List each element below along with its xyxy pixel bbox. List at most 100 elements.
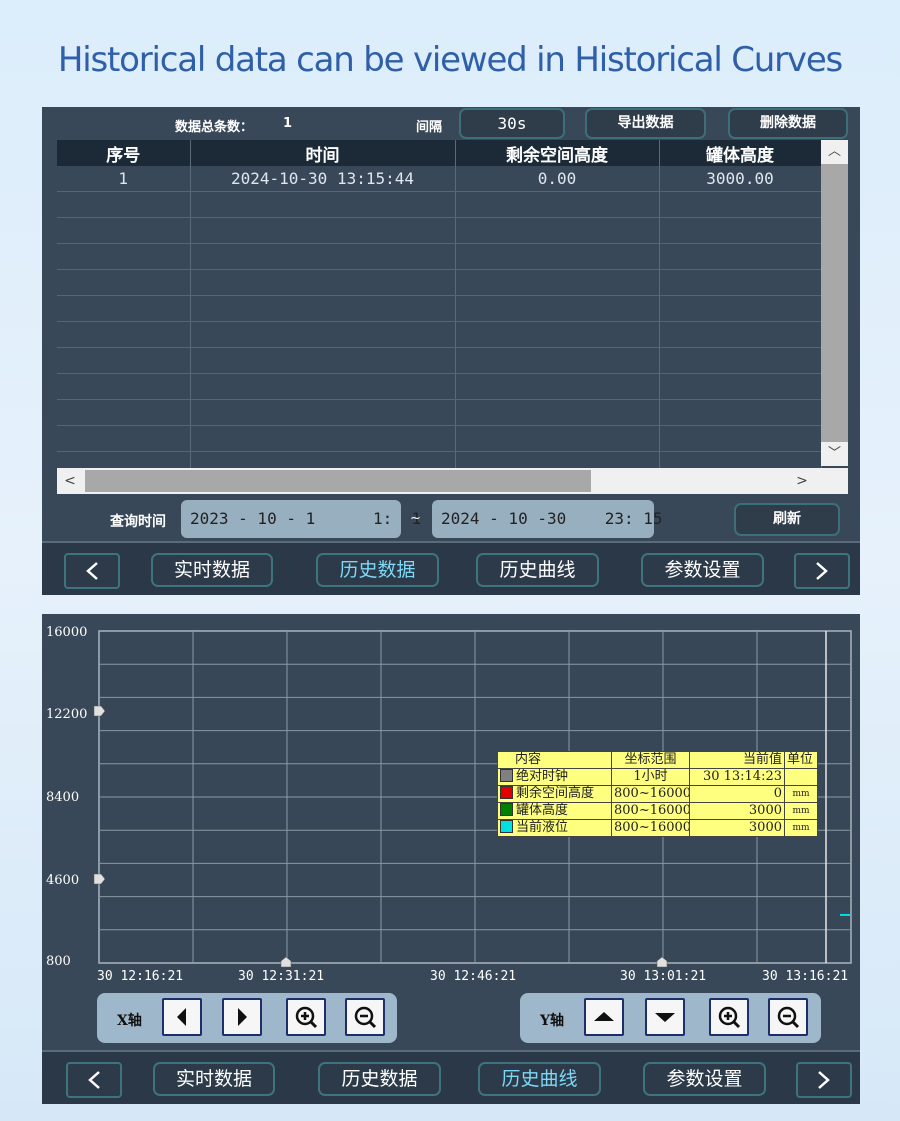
nav-prev-button[interactable] bbox=[64, 553, 120, 589]
bottom-nav: 实时数据 历史数据 历史曲线 参数设置 bbox=[42, 541, 860, 595]
table-cell bbox=[455, 373, 660, 400]
legend-series: 罐体高度 bbox=[497, 802, 612, 820]
zoom-out-icon bbox=[777, 1006, 800, 1029]
vertical-scrollbar[interactable]: ︿ ﹀ bbox=[821, 140, 848, 466]
scroll-up-icon[interactable]: ︿ bbox=[821, 140, 848, 164]
x-zoom-in-button[interactable] bbox=[286, 998, 326, 1036]
table-cell bbox=[659, 321, 822, 348]
legend-swatch bbox=[500, 769, 513, 782]
nav-prev-button[interactable] bbox=[66, 1062, 122, 1098]
x-tick-label: 30 12:16:21 bbox=[97, 969, 183, 984]
legend-range: 1小时 bbox=[611, 768, 690, 786]
legend-value: 30 13:14:23 bbox=[689, 768, 785, 786]
table-cell: 2024-10-30 13:15:44 bbox=[190, 166, 456, 192]
table-row[interactable] bbox=[57, 399, 822, 426]
y-zoom-out-button[interactable] bbox=[768, 998, 808, 1036]
legend-swatch bbox=[500, 803, 513, 816]
table-row[interactable] bbox=[57, 269, 822, 296]
scroll-down-icon[interactable]: ﹀ bbox=[821, 442, 848, 466]
table-cell bbox=[57, 425, 191, 452]
column-header[interactable]: 剩余空间高度 bbox=[455, 140, 660, 166]
nav-realtime-data[interactable]: 实时数据 bbox=[153, 1062, 275, 1096]
y-tick-label: 4600 bbox=[46, 873, 79, 888]
y-scroll-down-button[interactable] bbox=[645, 998, 685, 1036]
x-scroll-right-button[interactable] bbox=[222, 998, 262, 1036]
table-cell: 0.00 bbox=[455, 166, 660, 192]
table-cell bbox=[455, 399, 660, 426]
legend-range: 800~16000 bbox=[611, 802, 690, 820]
legend-row: 罐体高度 800~16000 3000 mm bbox=[497, 802, 818, 820]
y-zoom-in-button[interactable] bbox=[709, 998, 749, 1036]
y-scroll-up-button[interactable] bbox=[584, 998, 624, 1036]
y-tick-label: 16000 bbox=[46, 625, 87, 640]
x-tick-label: 30 12:31:21 bbox=[238, 969, 324, 984]
legend-header: 坐标范围 bbox=[611, 751, 690, 769]
table-row[interactable] bbox=[57, 321, 822, 348]
legend-range: 800~16000 bbox=[611, 819, 690, 837]
table-cell bbox=[455, 321, 660, 348]
table-row[interactable] bbox=[57, 243, 822, 270]
table-cell bbox=[455, 269, 660, 296]
range-separator: ~ bbox=[410, 511, 421, 526]
nav-history-data[interactable]: 历史数据 bbox=[318, 1062, 441, 1096]
export-data-button[interactable]: 导出数据 bbox=[585, 108, 706, 139]
table-row[interactable] bbox=[57, 217, 822, 244]
legend-series-name: 绝对时钟 bbox=[516, 769, 569, 785]
legend-value: 3000 bbox=[689, 819, 785, 837]
nav-history-data[interactable]: 历史数据 bbox=[316, 553, 439, 587]
table-cell bbox=[57, 373, 191, 400]
resize-grip-icon bbox=[821, 468, 848, 494]
nav-realtime-data[interactable]: 实时数据 bbox=[151, 553, 273, 587]
column-header[interactable]: 序号 bbox=[57, 140, 191, 166]
table-row[interactable] bbox=[57, 295, 822, 322]
table-cell bbox=[659, 373, 822, 400]
table-cell bbox=[659, 269, 822, 296]
x-tick-label: 30 13:16:21 bbox=[762, 969, 848, 984]
nav-settings[interactable]: 参数设置 bbox=[641, 553, 764, 587]
nav-next-button[interactable] bbox=[794, 553, 850, 589]
table-row[interactable] bbox=[57, 191, 822, 218]
refresh-button[interactable]: 刷新 bbox=[734, 503, 840, 536]
table-row[interactable]: 1 2024-10-30 13:15:44 0.00 3000.00 bbox=[57, 166, 822, 192]
total-count-label: 数据总条数： bbox=[175, 120, 254, 135]
scroll-thumb[interactable] bbox=[85, 470, 591, 492]
nav-history-curve[interactable]: 历史曲线 bbox=[478, 1062, 601, 1096]
table-row[interactable] bbox=[57, 347, 822, 374]
scroll-right-icon[interactable]: > bbox=[789, 468, 815, 494]
query-start-field[interactable]: 2023 - 10 - 1 1: 1 bbox=[181, 500, 421, 538]
table-cell bbox=[455, 217, 660, 244]
table-cell bbox=[455, 425, 660, 452]
table-cell bbox=[190, 347, 456, 374]
interval-field[interactable]: 30s bbox=[459, 108, 565, 139]
horizontal-scrollbar[interactable]: < > bbox=[57, 468, 821, 494]
table-row[interactable] bbox=[57, 373, 822, 400]
nav-settings[interactable]: 参数设置 bbox=[643, 1062, 766, 1096]
x-zoom-out-button[interactable] bbox=[345, 998, 385, 1036]
chevron-right-icon bbox=[816, 562, 828, 580]
query-end-field[interactable]: 2024 - 10 -30 23: 15 bbox=[432, 500, 663, 538]
delete-data-button[interactable]: 删除数据 bbox=[728, 108, 848, 139]
x-tick-label: 30 12:46:21 bbox=[430, 969, 516, 984]
legend-series: 剩余空间高度 bbox=[497, 785, 612, 803]
table-cell bbox=[190, 399, 456, 426]
column-header[interactable]: 时间 bbox=[190, 140, 456, 166]
table-cell bbox=[190, 425, 456, 452]
legend-header: 单位 bbox=[784, 751, 818, 769]
legend-unit: mm bbox=[784, 802, 818, 820]
y-axis-controls: Y轴 bbox=[520, 993, 821, 1043]
column-header[interactable]: 罐体高度 bbox=[659, 140, 822, 166]
table-cell bbox=[659, 243, 822, 270]
nav-history-curve[interactable]: 历史曲线 bbox=[476, 553, 599, 587]
interval-label: 间隔 bbox=[416, 120, 443, 135]
scroll-left-icon[interactable]: < bbox=[57, 468, 83, 494]
triangle-up-icon bbox=[594, 1012, 614, 1021]
triangle-right-icon bbox=[238, 1008, 247, 1026]
x-scroll-left-button[interactable] bbox=[162, 998, 202, 1036]
table-cell bbox=[57, 269, 191, 296]
table-cell bbox=[190, 217, 456, 244]
triangle-down-icon bbox=[655, 1013, 675, 1022]
table-row[interactable] bbox=[57, 425, 822, 452]
nav-next-button[interactable] bbox=[796, 1062, 852, 1098]
chevron-left-icon bbox=[86, 562, 98, 580]
zoom-in-icon bbox=[295, 1006, 318, 1029]
